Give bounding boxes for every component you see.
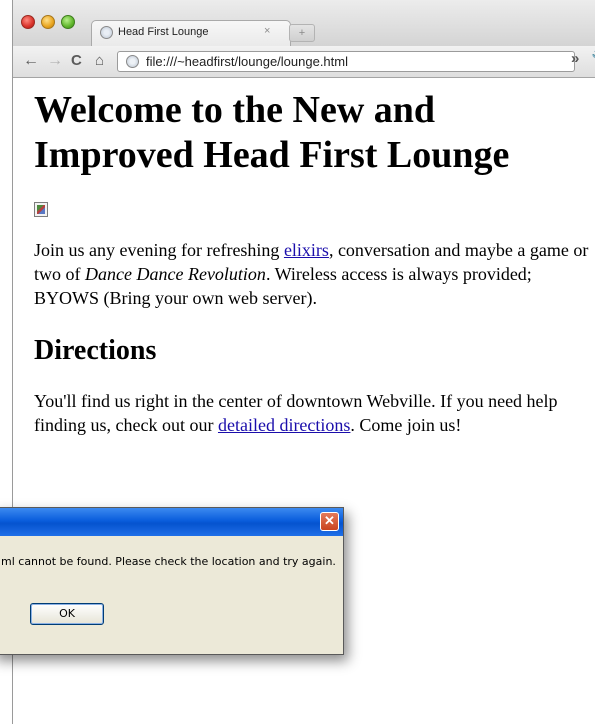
dialog-message: ml cannot be found. Please check the loc… (1, 555, 336, 568)
minimize-window-icon[interactable] (41, 15, 55, 29)
forward-arrow-icon[interactable]: → (47, 51, 63, 71)
tab-head-first-lounge[interactable]: Head First Lounge × (91, 20, 291, 46)
wrench-icon[interactable]: 🔧 (591, 50, 595, 68)
broken-image-icon (34, 202, 48, 217)
directions-text-2: . Come join us! (350, 415, 462, 435)
close-window-icon[interactable] (21, 15, 35, 29)
tab-strip: Head First Lounge × + (13, 0, 595, 46)
dialog-close-icon[interactable]: ✕ (320, 512, 339, 531)
intro-emphasis: Dance Dance Revolution (85, 264, 266, 284)
overflow-chevron-icon[interactable]: » (571, 50, 579, 67)
new-tab-button[interactable]: + (289, 24, 315, 42)
ok-button[interactable]: OK (30, 603, 104, 625)
directions-paragraph: You'll find us right in the center of do… (34, 389, 595, 437)
address-bar[interactable]: file:///~headfirst/lounge/lounge.html (117, 51, 575, 72)
home-icon[interactable]: ⌂ (95, 51, 104, 71)
tab-title: Head First Lounge (118, 26, 209, 38)
back-arrow-icon[interactable]: ← (23, 51, 39, 71)
page-globe-icon (126, 55, 139, 68)
page-content: Welcome to the New and Improved Head Fir… (34, 88, 595, 437)
intro-text-1: Join us any evening for refreshing (34, 240, 284, 260)
dialog-titlebar[interactable]: ✕ (0, 508, 343, 536)
browser-toolbar: ← → C ⌂ file:///~headfirst/lounge/lounge… (13, 46, 595, 78)
elixirs-link[interactable]: elixirs (284, 240, 329, 260)
tab-close-icon[interactable]: × (264, 25, 270, 37)
url-text[interactable]: file:///~headfirst/lounge/lounge.html (146, 54, 348, 69)
intro-paragraph: Join us any evening for refreshing elixi… (34, 238, 595, 310)
directions-heading: Directions (34, 335, 157, 366)
error-dialog: ✕ ml cannot be found. Please check the l… (0, 507, 344, 655)
detailed-directions-link[interactable]: detailed directions (218, 415, 350, 435)
reload-icon[interactable]: C (71, 51, 82, 71)
globe-icon (100, 26, 113, 39)
zoom-window-icon[interactable] (61, 15, 75, 29)
page-title: Welcome to the New and Improved Head Fir… (34, 89, 510, 176)
